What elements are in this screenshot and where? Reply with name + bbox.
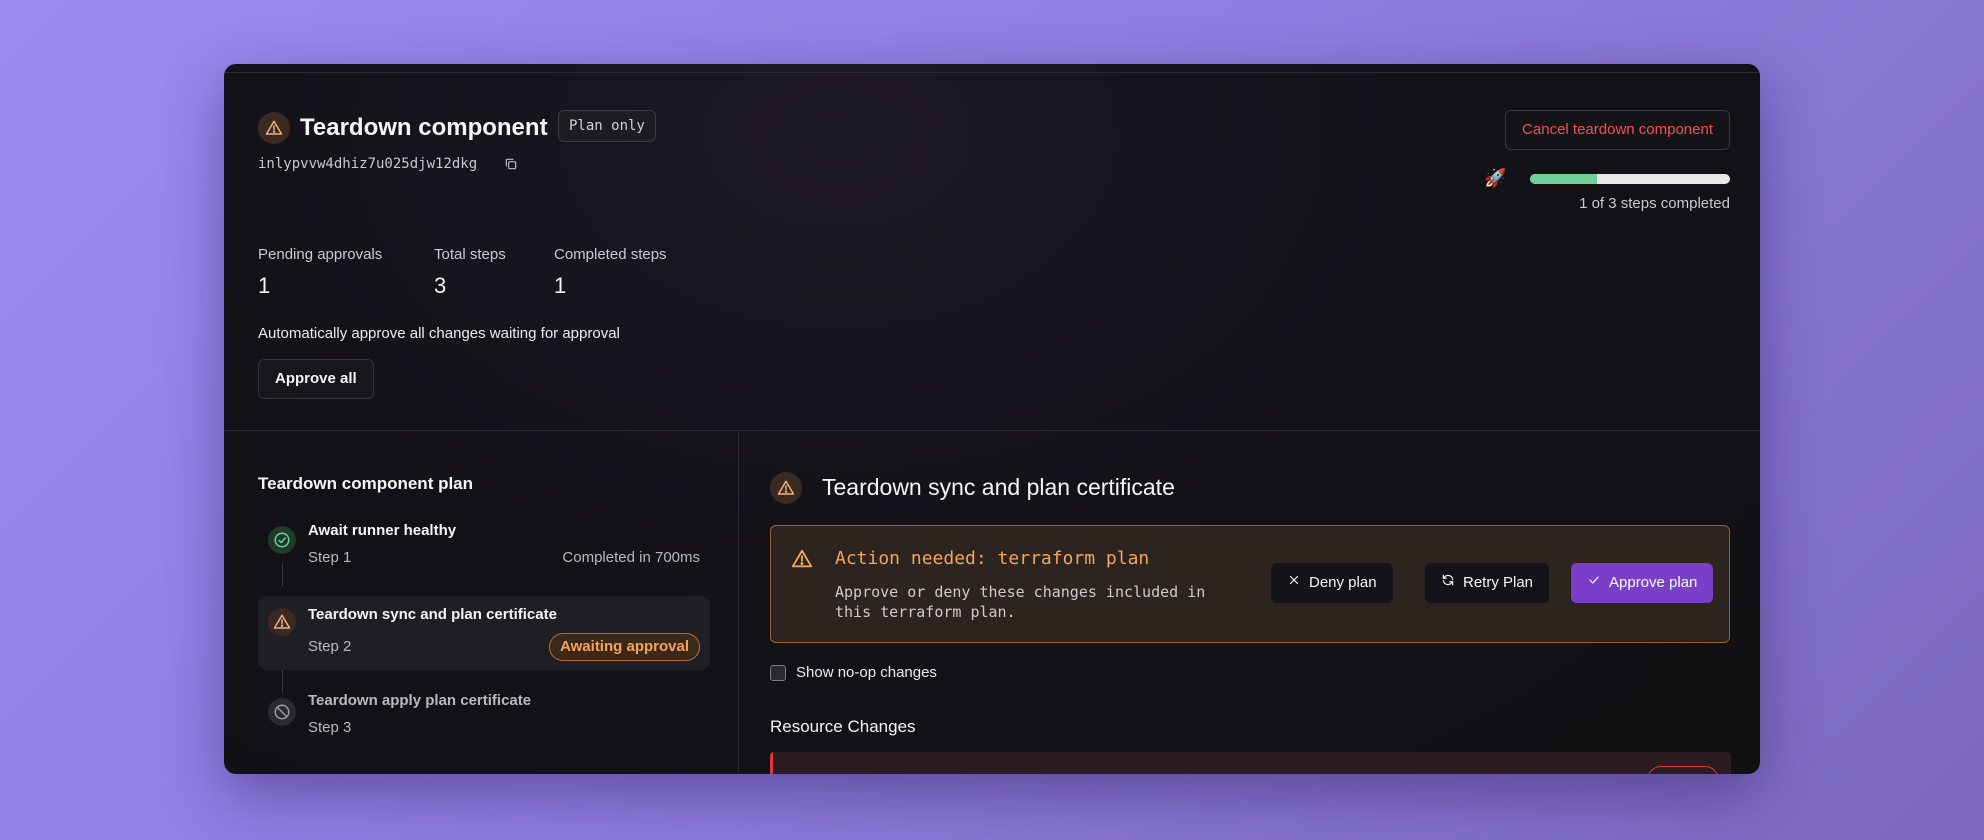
warning-icon [791, 548, 813, 575]
page-title: Teardown component [300, 114, 548, 141]
noop-checkbox[interactable] [770, 664, 786, 681]
column-divider [738, 430, 739, 774]
action-title: Action needed: terraform plan [835, 548, 1150, 569]
step-status: Completed in 700ms [562, 549, 700, 566]
approve-plan-label: Approve plan [1609, 574, 1698, 591]
check-icon [1587, 563, 1601, 603]
retry-plan-label: Retry Plan [1463, 574, 1534, 591]
deny-plan-label: Deny plan [1309, 574, 1377, 591]
show-noop-toggle[interactable]: Show no-op changes [770, 664, 937, 681]
step-number: Step 3 [308, 719, 352, 736]
step-item-1[interactable]: Await runner healthy Step 1 Completed in… [258, 514, 710, 580]
cancel-teardown-button[interactable]: Cancel teardown component [1505, 110, 1730, 150]
action-needed-panel: Action needed: terraform plan Approve or… [770, 525, 1730, 643]
step-name: Teardown apply plan certificate [308, 692, 532, 709]
step-item-3[interactable]: Teardown apply plan certificate Step 3 [258, 686, 710, 752]
action-description: Approve or deny these changes included i… [835, 583, 1206, 621]
stat-label: Pending approvals [258, 246, 383, 263]
refresh-icon [1441, 563, 1455, 603]
resource-changes-title: Resource Changes [770, 717, 916, 736]
teardown-window: Teardown component Plan only inlypvvw4dh… [224, 64, 1760, 774]
plan-only-badge: Plan only [558, 110, 656, 142]
progress-fill [1530, 174, 1597, 184]
stat-completed-steps: Completed steps 1 [554, 246, 667, 299]
warning-icon [258, 112, 290, 144]
stat-label: Total steps [434, 246, 506, 263]
approve-all-button[interactable]: Approve all [258, 359, 374, 399]
step-number: Step 1 [308, 549, 352, 566]
stat-value: 3 [434, 273, 447, 298]
progress-text: 1 of 3 steps completed [1579, 195, 1730, 212]
stat-total-steps: Total steps 3 [434, 246, 506, 299]
copy-icon[interactable] [504, 157, 518, 171]
step-name: Await runner healthy [308, 522, 457, 539]
warning-icon [268, 608, 296, 636]
rocket-icon: 🚀 [1484, 168, 1507, 188]
top-divider [224, 72, 1760, 73]
step-number: Step 2 [308, 638, 352, 655]
step-name: Teardown sync and plan certificate [308, 606, 557, 623]
detail-title: Teardown sync and plan certificate [822, 474, 1175, 500]
awaiting-approval-badge: Awaiting approval [549, 633, 700, 661]
retry-plan-button[interactable]: Retry Plan [1425, 563, 1550, 603]
blocked-icon [268, 698, 296, 726]
section-divider [224, 430, 1760, 431]
deny-plan-button[interactable]: Deny plan [1271, 563, 1393, 603]
progress-bar [1530, 174, 1730, 184]
stat-value: 1 [258, 273, 271, 298]
stat-pending-approvals: Pending approvals 1 [258, 246, 382, 299]
run-id: inlypvvw4dhiz7u025djw12dkg [258, 156, 478, 172]
resource-change-card[interactable] [770, 752, 1731, 774]
step-item-2[interactable]: Teardown sync and plan certificate Step … [258, 596, 710, 670]
check-circle-icon [268, 526, 296, 554]
noop-label: Show no-op changes [796, 664, 937, 681]
auto-approve-text: Automatically approve all changes waitin… [258, 325, 620, 342]
approve-plan-button[interactable]: Approve plan [1571, 563, 1714, 603]
plan-title: Teardown component plan [258, 474, 474, 493]
stat-label: Completed steps [554, 246, 667, 263]
close-icon [1287, 563, 1301, 603]
stat-value: 1 [554, 273, 567, 298]
resource-change-badge [1647, 766, 1719, 774]
warning-icon [770, 472, 802, 504]
